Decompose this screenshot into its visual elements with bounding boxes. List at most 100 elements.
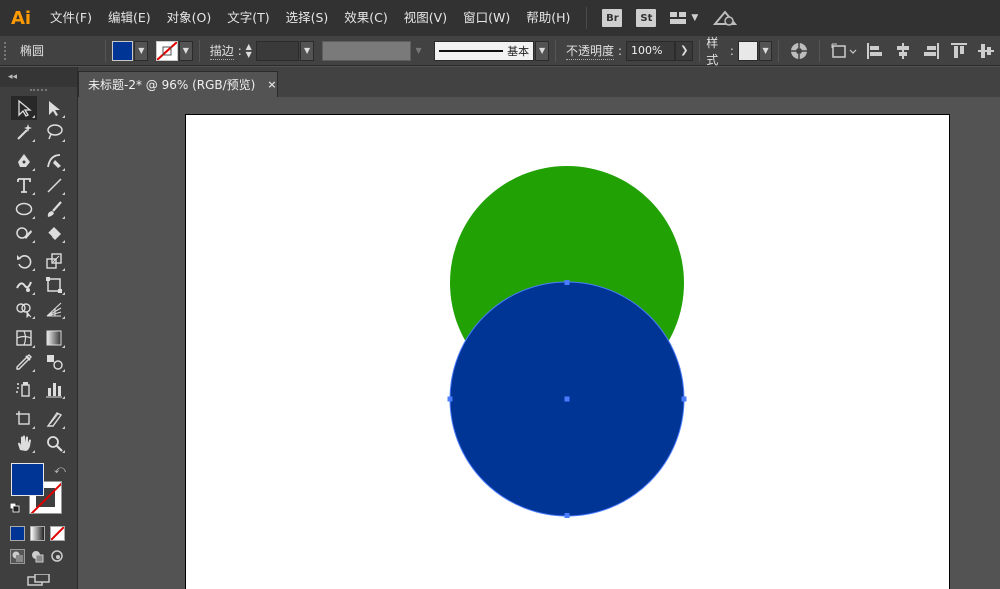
align-to-icon[interactable] <box>829 40 859 62</box>
app-logo: Ai <box>10 7 32 29</box>
align-left-icon[interactable] <box>865 40 887 62</box>
free-transform-tool[interactable] <box>41 273 67 297</box>
rotate-tool[interactable] <box>11 249 37 273</box>
draw-inside-icon[interactable] <box>50 549 65 564</box>
flyout-indicator <box>32 396 35 399</box>
fill-color-box[interactable] <box>11 463 44 496</box>
recolor-artwork-icon[interactable] <box>788 40 810 62</box>
ellipse-icon <box>15 202 33 216</box>
draw-behind-icon[interactable] <box>30 549 45 564</box>
color-mode-icon[interactable] <box>10 526 25 541</box>
opacity-slider-button[interactable]: ❯ <box>675 40 694 61</box>
shaper-tool[interactable] <box>11 221 37 245</box>
blend-tool[interactable] <box>41 350 67 374</box>
document-tab[interactable]: 未标题-2* @ 96% (RGB/预览) × <box>78 71 278 97</box>
stock-icon[interactable]: St <box>636 9 657 27</box>
warp-tool[interactable] <box>11 273 37 297</box>
blend-icon <box>47 355 63 370</box>
canvas-area[interactable] <box>78 97 1000 589</box>
type-icon <box>17 178 31 193</box>
flyout-indicator <box>62 240 65 243</box>
menu-item[interactable]: 文字(T) <box>219 0 277 36</box>
menu-item[interactable]: 窗口(W) <box>455 0 518 36</box>
curvature-tool[interactable] <box>41 149 67 173</box>
align-horizontal-center-icon[interactable] <box>892 40 914 62</box>
shape-builder-tool[interactable] <box>11 297 37 321</box>
fill-dropdown[interactable]: ▼ <box>134 40 149 61</box>
menu-item[interactable]: 选择(S) <box>278 0 337 36</box>
eraser-tool[interactable] <box>41 221 67 245</box>
color-mode-row <box>10 526 70 544</box>
stroke-dropdown[interactable]: ▼ <box>178 40 193 61</box>
flyout-indicator <box>62 268 65 271</box>
eyedropper-tool[interactable] <box>11 350 37 374</box>
opacity-input[interactable]: 100% <box>626 40 676 61</box>
rotate-icon <box>17 255 32 269</box>
selection-tool[interactable] <box>11 96 37 120</box>
pen-tool[interactable] <box>11 149 37 173</box>
scale-tool[interactable] <box>41 249 67 273</box>
none-mode-icon[interactable] <box>50 526 65 541</box>
menu-item[interactable]: 效果(C) <box>336 0 395 36</box>
mesh-tool[interactable] <box>11 326 37 350</box>
line-segment-tool[interactable] <box>41 173 67 197</box>
menu-item[interactable]: 编辑(E) <box>100 0 159 36</box>
menu-item[interactable]: 文件(F) <box>42 0 100 36</box>
tool-row <box>0 350 78 374</box>
graphic-style-dropdown[interactable]: ▼ <box>758 40 773 61</box>
fill-swatch[interactable] <box>111 40 134 61</box>
perspective-grid-tool[interactable] <box>41 297 67 321</box>
symbol-sprayer-tool[interactable] <box>11 377 37 401</box>
variable-width-dropdown[interactable]: ▼ <box>411 40 426 61</box>
brush-definition[interactable]: 基本 <box>433 40 535 61</box>
eraser-icon <box>47 227 61 240</box>
default-colors-icon[interactable] <box>10 503 20 513</box>
menu-item[interactable]: 视图(V) <box>396 0 455 36</box>
bridge-icon[interactable]: Br <box>602 9 623 27</box>
stroke-weight-stepper[interactable]: ▲ ▼ <box>242 41 256 61</box>
artboard-tool[interactable] <box>11 407 37 431</box>
magic-wand-tool[interactable] <box>11 120 37 144</box>
column-graph-tool[interactable] <box>41 377 67 401</box>
stroke-weight-input[interactable] <box>255 40 300 61</box>
anchor-point-bottom[interactable] <box>564 513 570 518</box>
anchor-point-right[interactable] <box>681 396 687 402</box>
anchor-point-top[interactable] <box>564 280 570 285</box>
type-tool[interactable] <box>11 173 37 197</box>
slice-tool[interactable] <box>41 407 67 431</box>
menu-item[interactable]: 对象(O) <box>159 0 220 36</box>
variable-width-profile[interactable] <box>321 40 411 61</box>
brush-dropdown[interactable]: ▼ <box>535 40 549 61</box>
colon: : <box>617 43 623 58</box>
change-screen-mode-icon[interactable] <box>27 574 53 586</box>
gradient-tool[interactable] <box>41 326 67 350</box>
hand-tool[interactable] <box>11 431 37 455</box>
flyout-indicator <box>62 369 65 372</box>
align-top-icon[interactable] <box>948 40 970 62</box>
ellipse-tool[interactable] <box>11 197 37 221</box>
draw-normal-icon[interactable] <box>10 549 25 564</box>
align-vertical-center-icon[interactable] <box>975 40 997 62</box>
close-icon[interactable]: × <box>267 78 276 91</box>
flyout-indicator <box>32 345 35 348</box>
gradient-mode-icon[interactable] <box>30 526 45 541</box>
tool-row <box>0 249 78 273</box>
gpu-performance-icon[interactable] <box>712 8 738 28</box>
paintbrush-tool[interactable] <box>41 197 67 221</box>
panel-grip[interactable] <box>30 89 47 95</box>
anchor-point-left[interactable] <box>447 396 453 402</box>
lasso-tool[interactable] <box>41 120 67 144</box>
swap-fill-stroke-icon[interactable]: ⤺ <box>54 463 66 477</box>
workspace-switcher[interactable]: ▼ <box>669 11 698 25</box>
stroke-weight-dropdown[interactable]: ▼ <box>300 40 314 61</box>
flyout-indicator <box>32 450 35 453</box>
menu-item[interactable]: 帮助(H) <box>518 0 578 36</box>
align-right-icon[interactable] <box>920 40 942 62</box>
direct-selection-tool[interactable] <box>41 96 67 120</box>
stroke-swatch[interactable] <box>156 40 178 61</box>
zoom-tool[interactable] <box>41 431 67 455</box>
collapse-panel-icon[interactable]: ◂◂ <box>8 72 17 82</box>
graphic-style-swatch[interactable] <box>737 40 758 61</box>
stroke-label[interactable]: 描边 <box>209 42 234 60</box>
opacity-label[interactable]: 不透明度 <box>565 42 614 60</box>
